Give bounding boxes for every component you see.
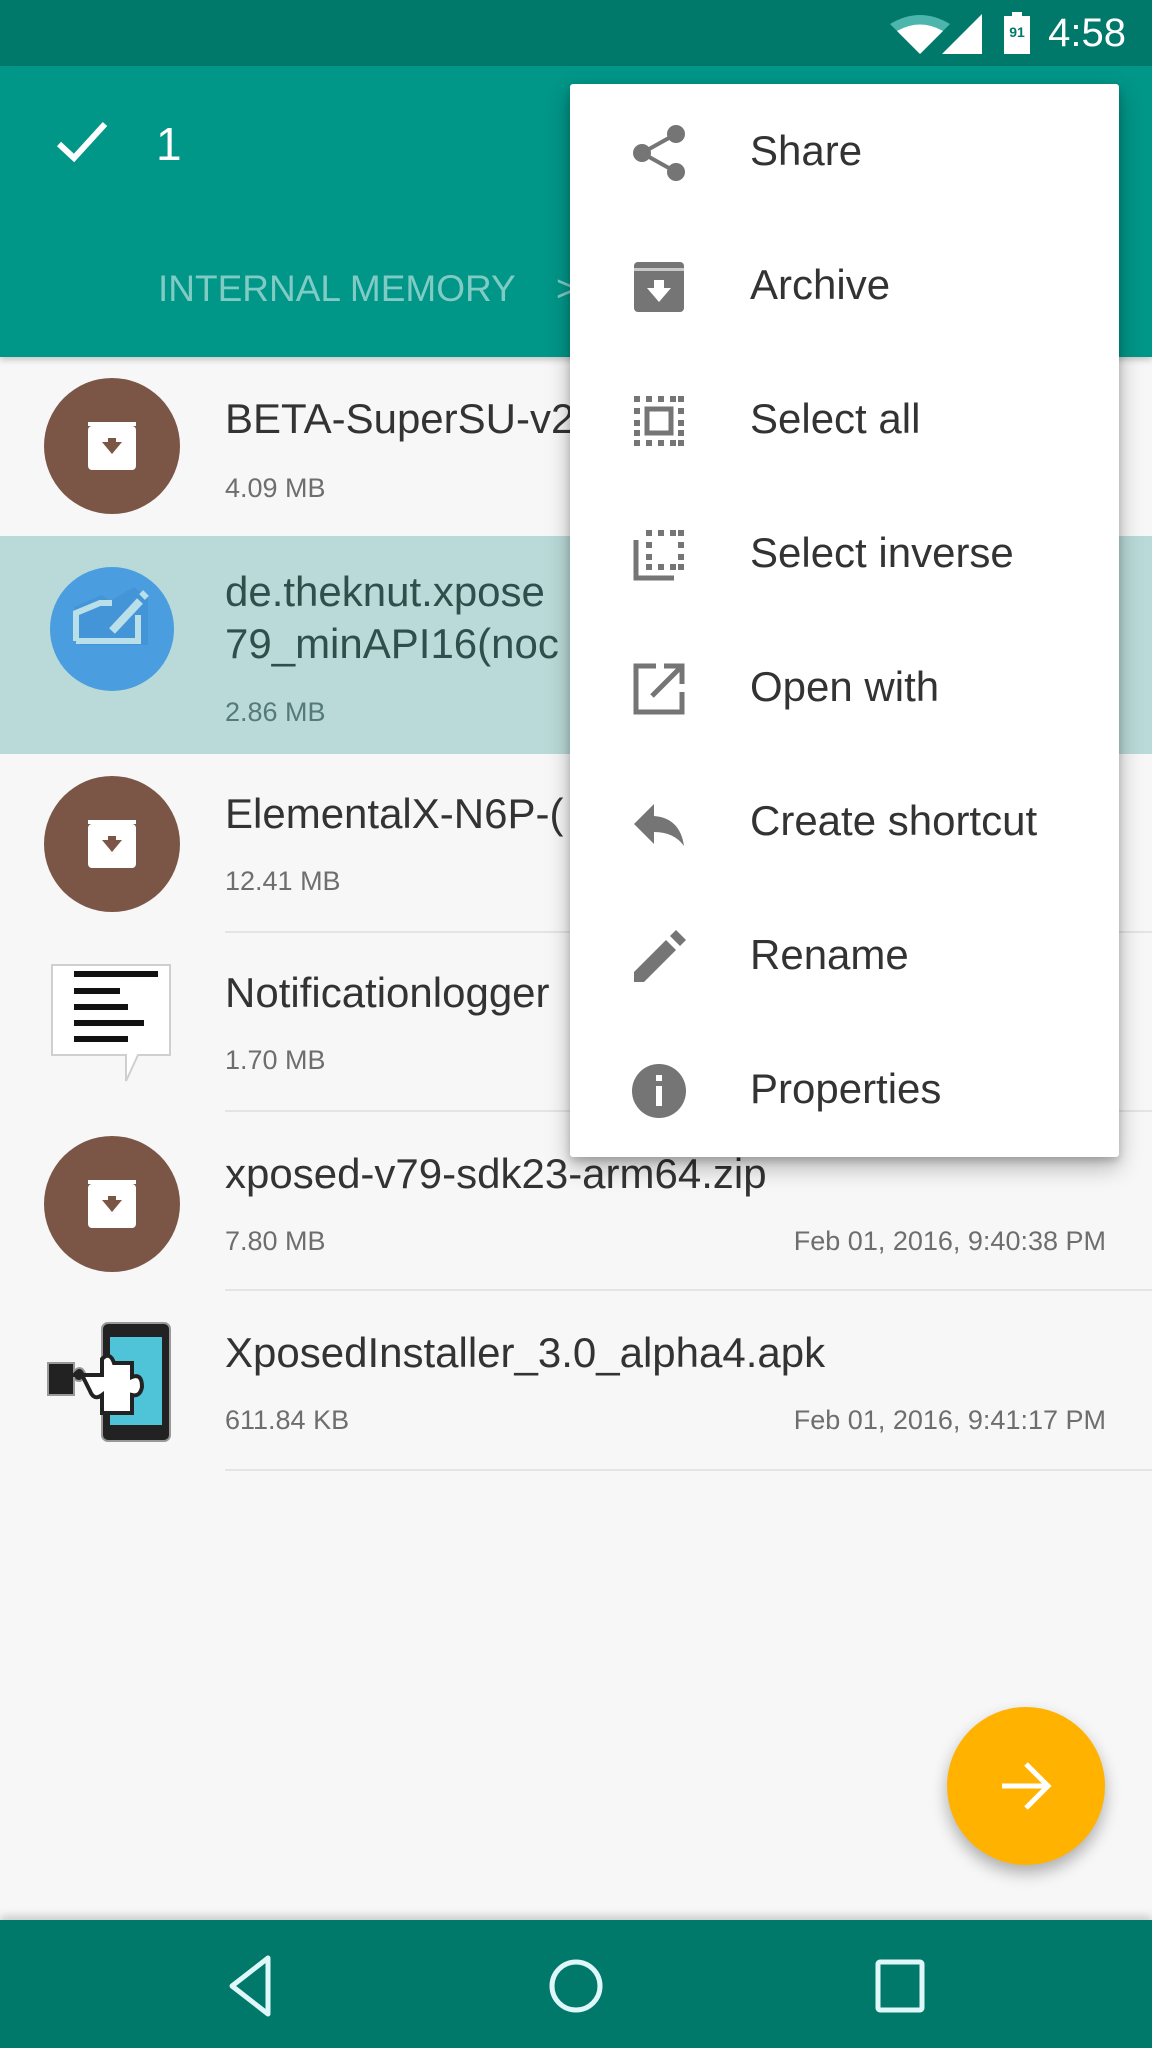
menu-item-label: Create shortcut [750,797,1038,844]
file-name: BETA-SuperSU-v2 [225,395,575,442]
file-size: 2.86 MB [225,697,326,727]
xposed-installer-icon [47,1322,171,1442]
file-name: XposedInstaller_3.0_alpha4.apk [225,1329,826,1376]
file-name-line2: 79_minAPI16(noc [225,620,559,667]
row-divider [225,1469,1152,1471]
menu-item-select-all[interactable]: Select all [570,352,1119,486]
pencil-icon [634,930,686,982]
clock: 4:58 [1048,11,1126,55]
menu-item-label: Share [750,127,863,174]
file-name: de.theknut.xpose [225,568,545,615]
reply-icon [634,804,684,846]
file-date: Feb 01, 2016, 9:40:38 PM [793,1226,1106,1256]
menu-item-label: Select inverse [750,529,1014,576]
file-size: 12.41 MB [225,866,341,896]
menu-item-select-inverse[interactable]: Select inverse [570,486,1119,620]
menu-item-label: Archive [750,261,891,308]
file-size: 611.84 KB [225,1405,350,1435]
file-date: Feb 01, 2016, 9:41:17 PM [793,1405,1106,1435]
file-name: Notificationlogger [225,969,550,1016]
status-bar: 91 4:58 [0,0,1152,66]
selected-count: 1 [156,118,182,170]
archive-icon [634,262,684,312]
select-inverse-icon [633,530,684,581]
menu-item-create-shortcut[interactable]: Create shortcut [570,754,1119,888]
menu-item-label: Properties [750,1065,942,1112]
file-size: 7.80 MB [225,1226,326,1256]
menu-item-label: Rename [750,931,909,978]
info-icon [632,1064,686,1118]
arrow-right-icon [1002,1762,1052,1810]
breadcrumb-internal-memory[interactable]: INTERNAL MEMORY [158,266,516,312]
archive-icon [44,1136,180,1272]
file-size: 4.09 MB [225,473,326,503]
menu-item-open-with[interactable]: Open with [570,620,1119,754]
menu-item-properties[interactable]: Properties [570,1022,1119,1156]
file-name: ElementalX-N6P-( [225,790,564,837]
open-with-icon [633,663,685,715]
select-all-icon [634,396,684,446]
menu-item-archive[interactable]: Archive [570,218,1119,352]
overflow-menu: Share Archive Select all Select inverse … [570,84,1119,1157]
menu-item-rename[interactable]: Rename [570,888,1119,1022]
recents-icon[interactable] [860,1946,940,2026]
menu-item-label: Select all [750,395,921,442]
file-size: 1.70 MB [225,1045,326,1075]
menu-item-label: Open with [750,663,940,710]
file-row[interactable]: XposedInstaller_3.0_alpha4.apk 611.84 KB… [0,1291,1152,1471]
archive-icon [44,776,180,912]
cell-signal-icon [942,14,982,54]
notification-logger-icon [51,964,171,1082]
battery-icon: 91 [1004,12,1030,54]
back-icon[interactable] [212,1946,292,2026]
done-check-icon[interactable] [56,120,108,164]
share-icon [633,125,685,181]
navigation-bar [0,1920,1152,2048]
archive-icon [44,378,180,514]
xposed-module-icon [50,567,174,691]
menu-item-share[interactable]: Share [570,84,1119,218]
fab-next-button[interactable] [947,1707,1105,1865]
battery-level: 91 [1009,24,1025,40]
home-icon[interactable] [536,1946,616,2026]
